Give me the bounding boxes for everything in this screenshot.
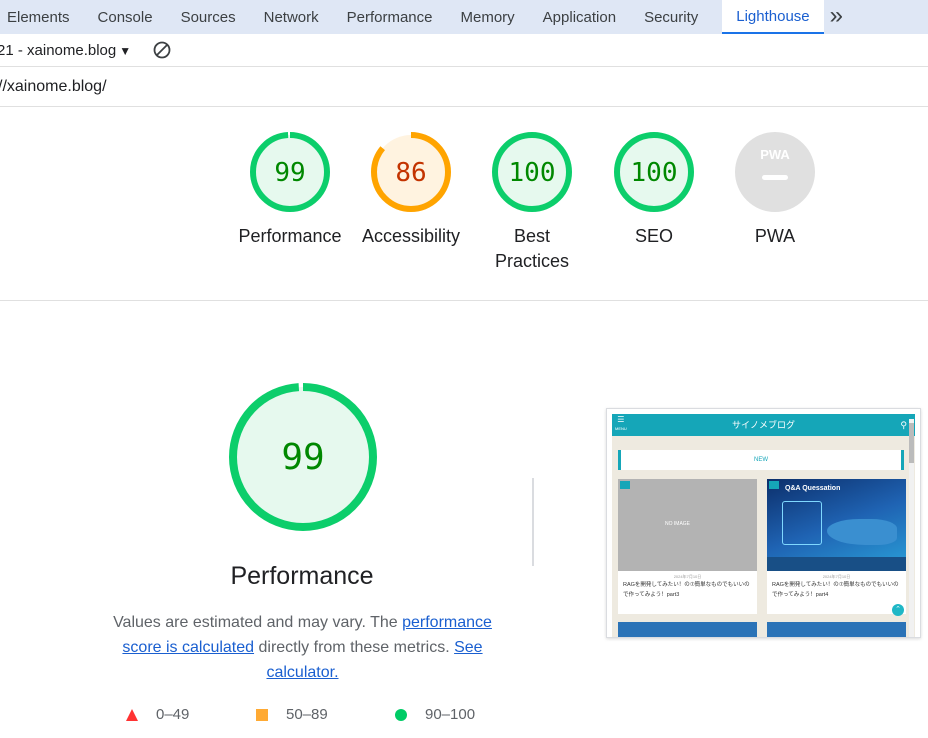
performance-big-gauge: 99 <box>229 383 377 531</box>
gauge-ring: 99 <box>250 132 330 212</box>
tab-memory[interactable]: Memory <box>447 0 529 34</box>
thumb-noimage-text: NO IMAGE <box>665 521 691 527</box>
legend-pass: 90–100 <box>395 706 475 723</box>
clear-icon[interactable] <box>153 41 171 59</box>
gauge-pwa[interactable]: PWA PWA <box>715 131 835 249</box>
tab-network[interactable]: Network <box>250 0 333 34</box>
triangle-icon <box>126 708 138 721</box>
thumb-card-text: RAGを開発してみたい！の⑦簡単なものでもいいので作ってみよう！part4 <box>772 582 899 598</box>
gauge-score: 100 <box>631 158 678 188</box>
tab-sources[interactable]: Sources <box>167 0 250 34</box>
desc-text-2: directly from these metrics. <box>254 639 455 656</box>
performance-big-score: 99 <box>281 437 324 478</box>
search-icon: ⚲ <box>900 420 907 430</box>
legend-average-label: 50–89 <box>286 706 328 723</box>
tab-security[interactable]: Security <box>630 0 712 34</box>
thumb-card: Q&A Quessation 2024年7月10日 RAGを開発してみたい！の⑦… <box>767 479 906 614</box>
report-selector[interactable]: 21 - xainome.blog ▼ <box>0 42 131 59</box>
page-screenshot-thumbnail[interactable]: ☰ MENU サイノメブログ ⚲ NEW NO IMAGE 2024年7月10日 … <box>606 408 921 638</box>
url-bar: //xainome.blog/ <box>0 67 928 107</box>
thumbnail-content: ☰ MENU サイノメブログ ⚲ NEW NO IMAGE 2024年7月10日 … <box>612 414 915 637</box>
desc-text-1: Values are estimated and may vary. The <box>113 614 403 631</box>
legend-fail-label: 0–49 <box>156 706 190 723</box>
gauge-label: SEO <box>634 226 673 246</box>
na-dash <box>762 175 788 180</box>
gauge-ring: 86 <box>371 132 451 212</box>
gauge-score: 100 <box>509 158 556 188</box>
gauge-accessibility[interactable]: 86 Accessibility <box>351 131 471 249</box>
thumb-card: NO IMAGE 2024年7月10日 RAGを開発してみたい！の⑦簡単なもので… <box>618 479 757 614</box>
thumb-scrollbar <box>909 419 914 637</box>
thumb-card-next <box>767 622 906 637</box>
gauge-seo[interactable]: 100 SEO <box>594 131 714 249</box>
gauge-best-practices[interactable]: 100 Best Practices <box>472 131 592 274</box>
gauge-score: 86 <box>395 158 426 188</box>
caret-down-icon: ▼ <box>119 43 132 58</box>
report-selector-label: 21 - xainome.blog <box>0 41 117 59</box>
section-divider <box>0 300 928 301</box>
performance-title: Performance <box>230 562 374 590</box>
thumb-card-image: Q&A Quessation <box>767 479 906 571</box>
gauge-label: Performance <box>238 226 342 246</box>
gauge-label: Best Practices <box>494 226 570 271</box>
thumb-site-title: サイノメブログ <box>731 420 795 430</box>
thumb-site-header: ☰ MENU サイノメブログ ⚲ <box>612 414 915 436</box>
gauge-ring: PWA <box>735 132 815 212</box>
pwa-badge-icon: PWA <box>760 147 790 162</box>
hamburger-icon: ☰ MENU <box>615 415 627 432</box>
scroll-top-icon: ⌃ <box>892 604 904 616</box>
tab-application[interactable]: Application <box>529 0 630 34</box>
tab-performance[interactable]: Performance <box>333 0 447 34</box>
thumb-new-label: NEW <box>618 450 904 470</box>
gauge-label: Accessibility <box>361 226 461 246</box>
report-bar: 21 - xainome.blog ▼ <box>0 34 928 67</box>
gauge-ring: 100 <box>614 132 694 212</box>
gauge-score: 99 <box>274 158 305 188</box>
report-url: //xainome.blog/ <box>0 77 107 95</box>
tab-lighthouse[interactable]: Lighthouse <box>722 0 824 34</box>
vertical-divider <box>532 478 534 566</box>
gauge-ring: 100 <box>492 132 572 212</box>
thumb-card-next <box>618 622 757 637</box>
thumb-qa-text: Q&A Quessation <box>785 485 841 492</box>
chevron-double-right-icon[interactable]: » <box>824 0 849 34</box>
legend-average: 50–89 <box>256 706 328 723</box>
thumb-card-text: RAGを開発してみたい！の⑦簡単なものでもいいので作ってみよう！part3 <box>623 582 750 598</box>
thumb-menu-label: MENU <box>615 426 627 431</box>
square-icon <box>256 708 268 721</box>
performance-description: Values are estimated and may vary. The p… <box>100 610 505 685</box>
legend-fail: 0–49 <box>126 706 189 723</box>
gauge-performance[interactable]: 99 Performance <box>230 131 350 249</box>
circle-icon <box>395 708 407 721</box>
legend-pass-label: 90–100 <box>425 706 476 723</box>
thumb-card-image: NO IMAGE <box>618 479 757 571</box>
tab-console[interactable]: Console <box>84 0 167 34</box>
gauge-label: PWA <box>754 226 796 246</box>
tab-elements[interactable]: Elements <box>0 0 84 34</box>
devtools-tabbar: Elements Console Sources Network Performance… <box>0 0 928 34</box>
